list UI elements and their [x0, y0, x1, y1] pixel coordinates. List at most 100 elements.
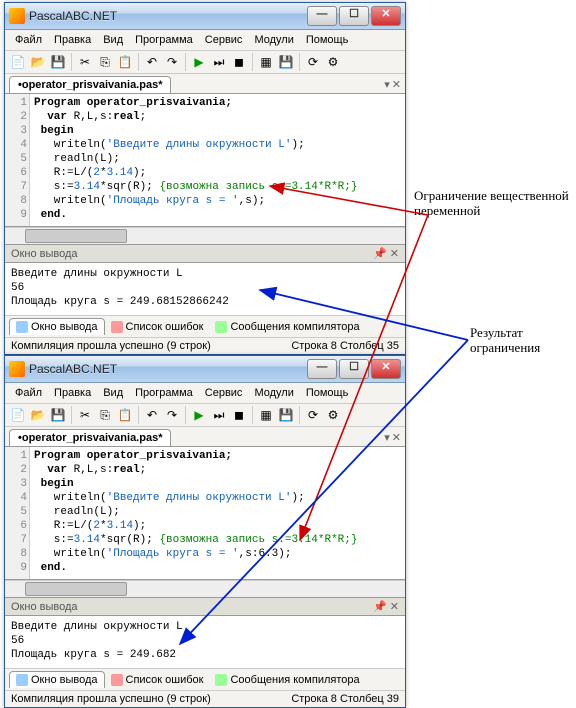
- titlebar[interactable]: PascalABC.NET — ☐ ✕: [5, 3, 405, 30]
- minimize-button[interactable]: —: [307, 6, 337, 26]
- statusbar: Компиляция прошла успешно (9 строк) Стро…: [5, 337, 405, 354]
- statusbar: Компиляция прошла успешно (9 строк) Стро…: [5, 690, 405, 707]
- run-icon[interactable]: ▶: [190, 406, 208, 424]
- step-icon[interactable]: ⏭: [210, 406, 228, 424]
- minimize-button[interactable]: —: [307, 359, 337, 379]
- close-button[interactable]: ✕: [371, 359, 401, 379]
- menu-program[interactable]: Программа: [129, 32, 199, 48]
- file-tab[interactable]: •operator_prisvaivania.pas*: [9, 76, 171, 93]
- toolbar: 📄 📂 💾 ✂ ⎘ 📋 ↶ ↷ ▶ ⏭ ◼ ▦ 💾 ⟳ ⚙: [5, 51, 405, 74]
- tab-output[interactable]: Окно вывода: [9, 318, 105, 335]
- save2-icon[interactable]: 💾: [277, 406, 295, 424]
- scrollbar-horizontal[interactable]: [5, 227, 405, 244]
- menu-edit[interactable]: Правка: [48, 32, 97, 48]
- line-gutter: 123456789: [5, 447, 30, 579]
- status-right: Строка 8 Столбец 39: [291, 693, 399, 705]
- line-gutter: 123456789: [5, 94, 30, 226]
- maximize-button[interactable]: ☐: [339, 359, 369, 379]
- menu-view[interactable]: Вид: [97, 32, 129, 48]
- menu-file[interactable]: Файл: [9, 32, 48, 48]
- compile-icon[interactable]: ⟳: [304, 406, 322, 424]
- menu-modules[interactable]: Модули: [248, 385, 299, 401]
- menu-service[interactable]: Сервис: [199, 32, 249, 48]
- titlebar[interactable]: PascalABC.NET — ☐ ✕: [5, 356, 405, 383]
- output-panel: Введите длины окружности L 56 Площадь кр…: [5, 263, 405, 315]
- open-file-icon[interactable]: 📂: [29, 53, 47, 71]
- menu-help[interactable]: Помощь: [300, 32, 355, 48]
- code-editor[interactable]: 123456789 Program operator_prisvaivania;…: [5, 447, 405, 580]
- menu-service[interactable]: Сервис: [199, 385, 249, 401]
- annotation-result-limit: Результат ограничения: [470, 325, 570, 355]
- save-icon[interactable]: 💾: [49, 406, 67, 424]
- status-left: Компиляция прошла успешно (9 строк): [11, 340, 211, 352]
- toolbar: 📄 📂 💾 ✂ ⎘ 📋 ↶ ↷ ▶ ⏭ ◼ ▦ 💾 ⟳ ⚙: [5, 404, 405, 427]
- bottom-tabs: Окно вывода Список ошибок Сообщения комп…: [5, 668, 405, 690]
- bottom-tabs: Окно вывода Список ошибок Сообщения комп…: [5, 315, 405, 337]
- menu-program[interactable]: Программа: [129, 385, 199, 401]
- status-left: Компиляция прошла успешно (9 строк): [11, 693, 211, 705]
- window-title: PascalABC.NET: [29, 9, 307, 23]
- paste-icon[interactable]: 📋: [116, 406, 134, 424]
- menu-modules[interactable]: Модули: [248, 32, 299, 48]
- tab-strip: •operator_prisvaivania.pas* ▾ ✕: [5, 427, 405, 447]
- tab-output[interactable]: Окно вывода: [9, 671, 105, 688]
- scrollbar-horizontal[interactable]: [5, 580, 405, 597]
- build-icon[interactable]: ⚙: [324, 406, 342, 424]
- output-panel-header[interactable]: Окно вывода 📌 ✕: [5, 597, 405, 616]
- redo-icon[interactable]: ↷: [163, 406, 181, 424]
- save-icon[interactable]: 💾: [49, 53, 67, 71]
- new-file-icon[interactable]: 📄: [9, 53, 27, 71]
- undo-icon[interactable]: ↶: [143, 406, 161, 424]
- copy-icon[interactable]: ⎘: [96, 53, 114, 71]
- file-tab[interactable]: •operator_prisvaivania.pas*: [9, 429, 171, 446]
- tab-close-icon[interactable]: ✕: [392, 431, 401, 444]
- tab-close-icon[interactable]: ✕: [392, 78, 401, 91]
- menu-edit[interactable]: Правка: [48, 385, 97, 401]
- redo-icon[interactable]: ↷: [163, 53, 181, 71]
- tab-compiler[interactable]: Сообщения компилятора: [209, 318, 365, 335]
- ide-window-2: PascalABC.NET — ☐ ✕ Файл Правка Вид Прог…: [4, 355, 406, 708]
- output-panel-header[interactable]: Окно вывода 📌 ✕: [5, 244, 405, 263]
- tab-errors[interactable]: Список ошибок: [105, 671, 210, 688]
- pin-icon[interactable]: 📌 ✕: [373, 600, 399, 613]
- menubar: Файл Правка Вид Программа Сервис Модули …: [5, 383, 405, 404]
- ide-window-1: PascalABC.NET — ☐ ✕ Файл Правка Вид Прог…: [4, 2, 406, 355]
- code-area[interactable]: Program operator_prisvaivania; var R,L,s…: [30, 447, 405, 579]
- menu-view[interactable]: Вид: [97, 385, 129, 401]
- app-icon: [9, 8, 25, 24]
- compile-icon[interactable]: ⟳: [304, 53, 322, 71]
- pin-icon[interactable]: 📌 ✕: [373, 247, 399, 260]
- menu-help[interactable]: Помощь: [300, 385, 355, 401]
- save2-icon[interactable]: 💾: [277, 53, 295, 71]
- undo-icon[interactable]: ↶: [143, 53, 161, 71]
- menubar: Файл Правка Вид Программа Сервис Модули …: [5, 30, 405, 51]
- close-button[interactable]: ✕: [371, 6, 401, 26]
- app-icon: [9, 361, 25, 377]
- status-right: Строка 8 Столбец 35: [291, 340, 399, 352]
- maximize-button[interactable]: ☐: [339, 6, 369, 26]
- run-icon[interactable]: ▶: [190, 53, 208, 71]
- window-title: PascalABC.NET: [29, 362, 307, 376]
- stop-icon[interactable]: ◼: [230, 406, 248, 424]
- tab-strip: •operator_prisvaivania.pas* ▾ ✕: [5, 74, 405, 94]
- tab-dropdown-icon[interactable]: ▾: [384, 78, 390, 91]
- step-icon[interactable]: ⏭: [210, 53, 228, 71]
- code-editor[interactable]: 123456789 Program operator_prisvaivania;…: [5, 94, 405, 227]
- open-file-icon[interactable]: 📂: [29, 406, 47, 424]
- cut-icon[interactable]: ✂: [76, 53, 94, 71]
- tab-dropdown-icon[interactable]: ▾: [384, 431, 390, 444]
- menu-file[interactable]: Файл: [9, 385, 48, 401]
- code-area[interactable]: Program operator_prisvaivania; var R,L,s…: [30, 94, 405, 226]
- stop-icon[interactable]: ◼: [230, 53, 248, 71]
- annotation-format-limit: Ограничение вещественной переменной: [414, 188, 574, 218]
- tab-compiler[interactable]: Сообщения компилятора: [209, 671, 365, 688]
- form-icon[interactable]: ▦: [257, 53, 275, 71]
- output-panel: Введите длины окружности L 56 Площадь кр…: [5, 616, 405, 668]
- cut-icon[interactable]: ✂: [76, 406, 94, 424]
- new-file-icon[interactable]: 📄: [9, 406, 27, 424]
- copy-icon[interactable]: ⎘: [96, 406, 114, 424]
- form-icon[interactable]: ▦: [257, 406, 275, 424]
- paste-icon[interactable]: 📋: [116, 53, 134, 71]
- build-icon[interactable]: ⚙: [324, 53, 342, 71]
- tab-errors[interactable]: Список ошибок: [105, 318, 210, 335]
